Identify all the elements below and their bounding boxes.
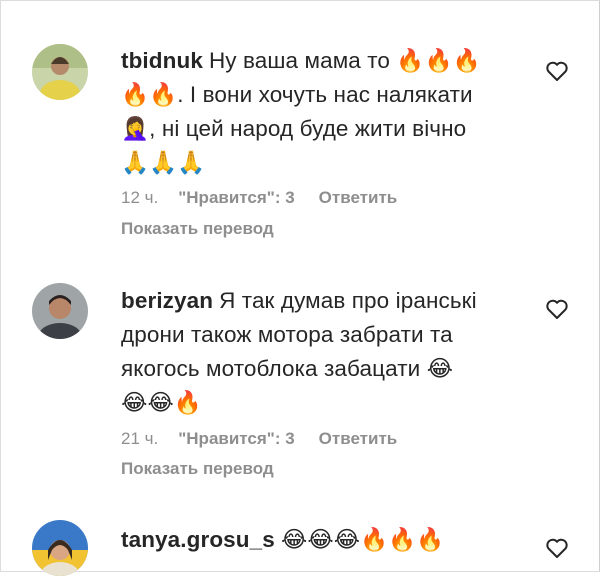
comment-time: 21 ч. [121,429,159,448]
comment-line: 😂😂😂🔥🔥🔥 [280,527,445,552]
comment-time: 12 ч. [121,188,159,207]
comment-line: Ну ваша мама то 🔥🔥🔥 [208,48,481,73]
username[interactable]: tbidnuk [121,48,203,73]
heart-outline-icon[interactable] [545,537,569,559]
translate-link[interactable]: Показать перевод [121,459,274,479]
comment-line: дрони також мотора забрати та [121,322,453,347]
comment-meta: 21 ч. "Нравится": 3 Ответить [121,429,397,449]
comment-line: 🙏🙏🙏 [121,150,206,175]
likes-count[interactable]: "Нравится": 3 [178,429,294,449]
comment-meta: 12 ч. "Нравится": 3 Ответить [121,188,397,208]
reply-button[interactable]: Ответить [319,188,398,208]
comment-text: tanya.grosu_s 😂😂😂🔥🔥🔥 [121,523,521,557]
username[interactable]: tanya.grosu_s [121,527,275,552]
comment-line: 🤦‍♀️, ні цей народ буде жити вічно [121,116,467,141]
avatar[interactable] [32,283,88,339]
likes-count[interactable]: "Нравится": 3 [178,188,294,208]
heart-outline-icon[interactable] [545,298,569,320]
comment-text: tbidnuk Ну ваша мама то 🔥🔥🔥 🔥🔥. І вони хо… [121,44,521,180]
avatar[interactable] [32,520,88,576]
comment-line: 🔥🔥. І вони хочуть нас налякати [121,82,473,107]
comment-line: Я так думав про іранські [219,288,477,313]
username[interactable]: berizyan [121,288,213,313]
heart-outline-icon[interactable] [545,60,569,82]
comment-text: berizyan Я так думав про іранські дрони т… [121,284,521,420]
comment-line: якогось мотоблока забацати 😂 [121,356,454,381]
avatar[interactable] [32,44,88,100]
reply-button[interactable]: Ответить [319,429,398,449]
comment-line: 😂😂🔥 [121,390,202,415]
translate-link[interactable]: Показать перевод [121,219,274,239]
